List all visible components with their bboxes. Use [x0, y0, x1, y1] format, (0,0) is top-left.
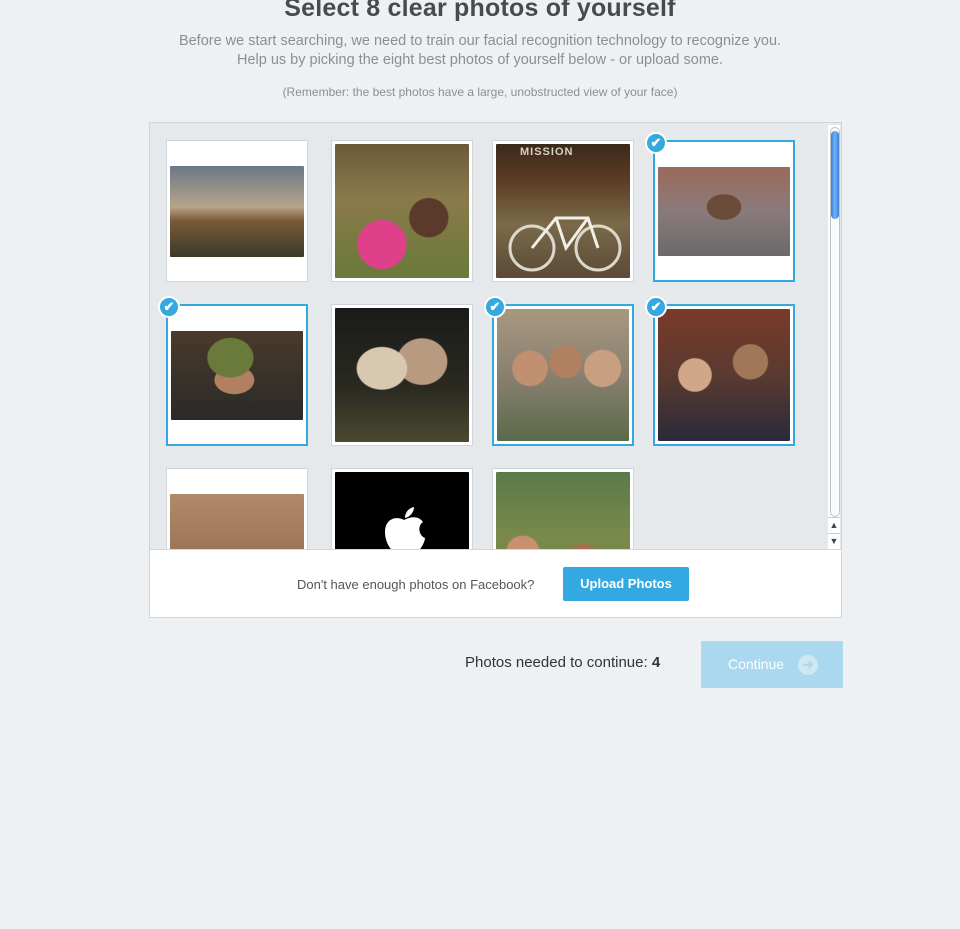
photo-grid-scrollbar[interactable]: ▲ ▼: [828, 125, 840, 549]
photo-caption: MISSION: [520, 146, 574, 158]
photo-tile[interactable]: [166, 140, 308, 282]
intro-text: Before we start searching, we need to tr…: [0, 32, 960, 70]
photo-image: [497, 309, 629, 441]
photo-image: MISSION: [496, 144, 630, 278]
photo-tile[interactable]: [331, 304, 473, 446]
upload-prompt: Don't have enough photos on Facebook?: [297, 577, 535, 592]
intro-line: Help us by picking the eight best photos…: [236, 52, 724, 68]
photo-image: [335, 144, 469, 278]
apple-logo-icon: [385, 507, 425, 549]
scroll-up-arrow-icon[interactable]: ▲: [828, 517, 840, 532]
upload-photos-button[interactable]: Upload Photos: [563, 567, 689, 601]
reminder-text: (Remember: the best photos have a large,…: [282, 85, 678, 99]
intro-line: Before we start searching, we need to tr…: [178, 33, 782, 49]
photo-tile-selected[interactable]: ✔: [484, 296, 634, 446]
photo-tile-selected[interactable]: ✔: [645, 132, 795, 282]
check-icon: ✔: [645, 296, 667, 318]
photos-needed-count: 4: [651, 654, 661, 671]
photos-needed-label: Photos needed to continue:: [465, 654, 648, 671]
photo-image: [170, 166, 304, 257]
photo-tile[interactable]: MISSION: [492, 140, 634, 282]
photo-tile-selected[interactable]: ✔: [158, 296, 308, 446]
continue-label: Continue: [728, 656, 785, 672]
photo-image: [170, 494, 304, 549]
check-icon: ✔: [158, 296, 180, 318]
continue-button[interactable]: Continue ➜: [701, 641, 843, 688]
scroll-down-arrow-icon[interactable]: ▼: [828, 533, 840, 548]
photo-tile[interactable]: [166, 468, 308, 549]
photo-image: [171, 331, 303, 420]
photo-image: [496, 472, 630, 549]
photo-image: [658, 309, 790, 441]
check-icon: ✔: [645, 132, 667, 154]
bicycle-icon: [508, 216, 622, 272]
scrollbar-thumb[interactable]: [831, 131, 839, 219]
photo-tile[interactable]: [492, 468, 634, 549]
photo-image: [335, 308, 469, 442]
photo-image: [658, 167, 790, 256]
photo-picker-panel: MISSION ✔ ✔ ✔ ✔ ▲ ▼ Don't have enough ph…: [149, 122, 842, 618]
photo-grid: MISSION ✔ ✔ ✔ ✔ ▲ ▼: [150, 123, 841, 550]
arrow-right-icon: ➜: [798, 655, 818, 675]
photos-needed-status: Photos needed to continue: 4: [465, 654, 660, 671]
photo-tile[interactable]: [331, 468, 473, 549]
photo-tile[interactable]: [331, 140, 473, 282]
check-icon: ✔: [484, 296, 506, 318]
photo-tile-selected[interactable]: ✔: [645, 296, 795, 446]
page-title: Select 8 clear photos of yourself: [284, 0, 676, 22]
photo-image: [335, 472, 469, 549]
